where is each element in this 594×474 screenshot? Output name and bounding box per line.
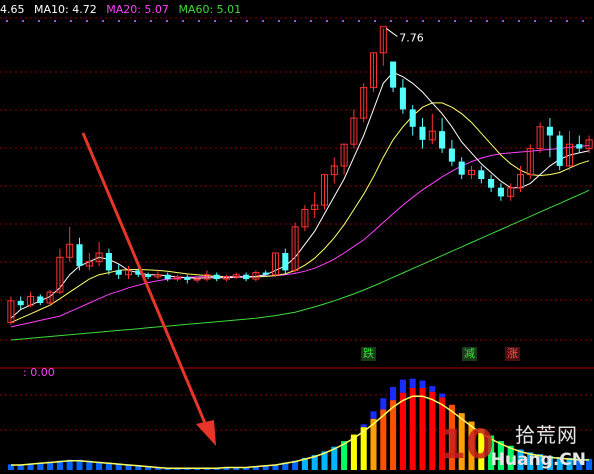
candle-body-down: [76, 244, 83, 267]
candle-body-down: [576, 144, 583, 149]
top-dot: [262, 20, 264, 22]
top-dot: [22, 20, 24, 22]
top-dot: [230, 20, 232, 22]
top-dot: [54, 20, 56, 22]
watermark-url: Huang.CN: [490, 450, 586, 470]
top-dot: [390, 20, 392, 22]
top-dot: [38, 20, 40, 22]
top-dot: [278, 20, 280, 22]
top-dot: [294, 20, 296, 22]
stock-chart-screen: 7.76 4.65 MA10: 4.72 MA20: 5.07 MA60: 5.…: [0, 0, 594, 474]
ma20-legend: MA20: 5.07: [106, 3, 169, 16]
ma10-legend: MA10: 4.72: [34, 3, 97, 16]
top-dot: [118, 20, 120, 22]
candle-body-down: [115, 270, 122, 275]
top-dot: [102, 20, 104, 22]
candle-body-down: [399, 87, 406, 110]
top-dot: [438, 20, 440, 22]
sub-bar: [399, 392, 406, 470]
candle-body-down: [105, 252, 112, 271]
ma20-line: [10, 145, 590, 328]
top-dot: [582, 20, 584, 22]
top-dot: [406, 20, 408, 22]
top-dot: [374, 20, 376, 22]
top-dot: [326, 20, 328, 22]
sub-overlay-bar: [370, 411, 377, 419]
candle-body-down: [448, 148, 455, 162]
annotation-arrow-head: [196, 420, 216, 446]
top-dot: [454, 20, 456, 22]
sub-overlay-bar: [390, 387, 397, 401]
sub-overlay-bar: [360, 424, 367, 428]
tag-die: 跌: [361, 347, 376, 361]
top-dot: [470, 20, 472, 22]
top-dot: [566, 20, 568, 22]
candle-body-down: [213, 274, 220, 280]
ma5-legend: 4.65: [0, 3, 25, 16]
sub-overlay-bar: [409, 378, 416, 388]
top-dot: [70, 20, 72, 22]
candle-body-down: [556, 135, 563, 166]
candle-body-down: [419, 126, 426, 140]
top-dot: [358, 20, 360, 22]
candle-body-down: [184, 276, 191, 280]
top-dot: [150, 20, 152, 22]
candle-body-down: [164, 274, 171, 280]
sub-indicator-legend: : 0.00: [23, 366, 55, 379]
candle-body-down: [439, 131, 446, 149]
sub-bar: [429, 391, 436, 470]
sub-bar: [380, 409, 387, 470]
top-dot: [198, 20, 200, 22]
candle-body-down: [458, 161, 465, 175]
candle-body-down: [262, 272, 269, 275]
top-dot: [6, 20, 8, 22]
annotation-arrow-shaft: [81, 132, 209, 429]
sub-overlay-bar: [399, 379, 406, 393]
peak-pointer: [386, 28, 398, 37]
top-dot: [502, 20, 504, 22]
tag-zhang: 涨: [505, 347, 520, 361]
chart-canvas: 7.76: [0, 17, 594, 470]
top-dot: [310, 20, 312, 22]
candle-body-up: [193, 278, 201, 281]
candle-body-down: [390, 61, 397, 88]
watermark-logo: 10: [438, 422, 494, 468]
sub-overlay-bar: [439, 393, 446, 398]
candle-body-down: [478, 170, 485, 179]
candle-body-down: [488, 179, 495, 188]
candle-body-down: [145, 274, 152, 277]
ma10-line: [10, 102, 590, 324]
top-dot: [550, 20, 552, 22]
top-dot: [534, 20, 536, 22]
top-dot: [182, 20, 184, 22]
top-dot: [214, 20, 216, 22]
watermark-cn: 拾荒网: [515, 423, 578, 447]
ma-legend: 4.65 MA10: 4.72 MA20: 5.07 MA60: 5.01: [0, 3, 247, 16]
sub-overlay-bar: [419, 380, 426, 388]
sub-bar: [409, 388, 416, 470]
ma60-line: [10, 189, 590, 341]
candle-body-down: [497, 187, 504, 197]
peak-label: 7.76: [399, 31, 424, 44]
candle-body-down: [243, 274, 250, 280]
top-dot: [518, 20, 520, 22]
sub-bar: [390, 400, 397, 470]
top-dot: [342, 20, 344, 22]
candle-body-down: [17, 300, 24, 306]
candle-body-down: [409, 109, 416, 127]
top-dot: [422, 20, 424, 22]
sub-bar: [419, 388, 426, 470]
candle-body-down: [546, 126, 553, 136]
top-dot: [246, 20, 248, 22]
top-dot: [134, 20, 136, 22]
tag-jian: 减: [462, 347, 477, 361]
ma60-legend: MA60: 5.01: [178, 3, 242, 16]
sub-overlay-bar: [380, 398, 387, 410]
top-dot: [166, 20, 168, 22]
sub-overlay-bar: [429, 386, 436, 392]
candle-body-down: [37, 296, 44, 304]
top-dot: [86, 20, 88, 22]
top-dot: [486, 20, 488, 22]
candle-body-down: [282, 252, 289, 271]
